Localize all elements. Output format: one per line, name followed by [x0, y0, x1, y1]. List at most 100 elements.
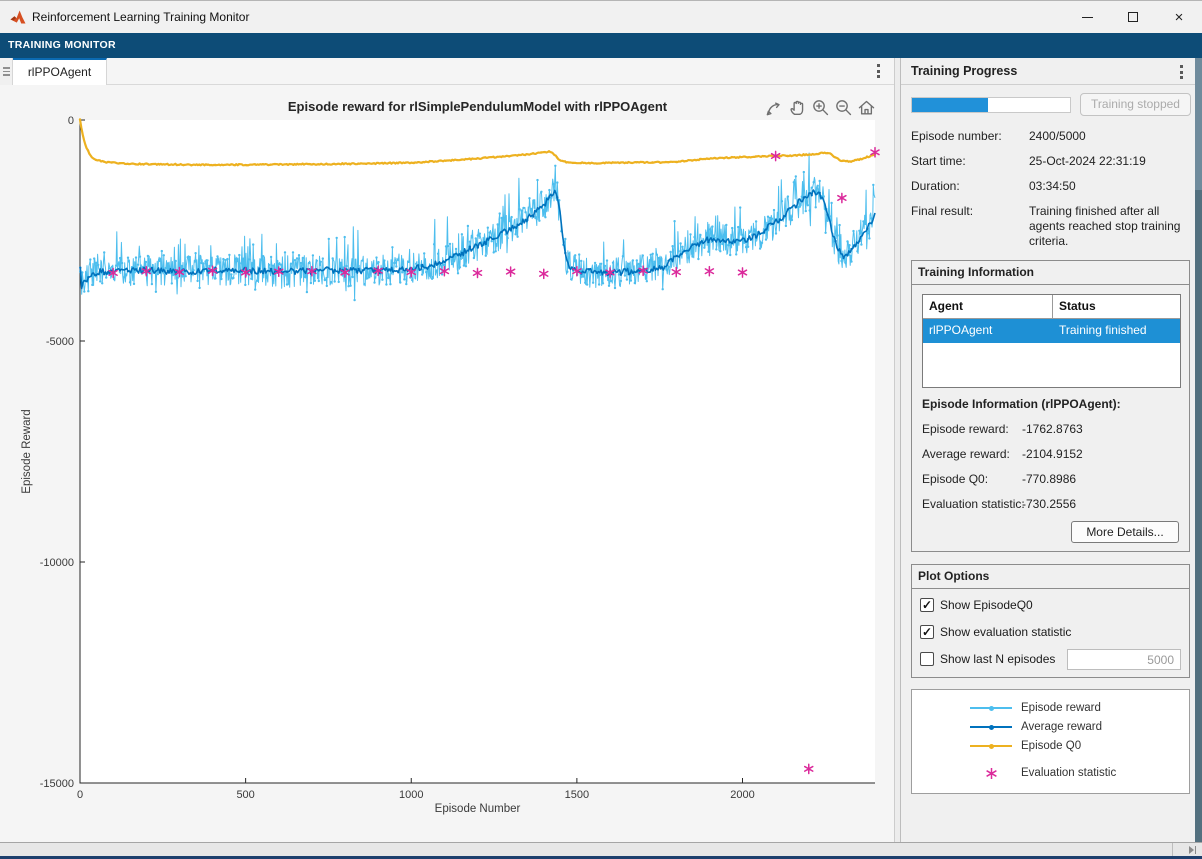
document-tab-bar: rlPPOAgent	[0, 58, 894, 85]
panel-title: Training Progress	[911, 58, 1017, 85]
ribbon-tab-training-monitor[interactable]: TRAINING MONITOR	[8, 33, 116, 58]
svg-text:500: 500	[236, 789, 254, 801]
legend-item-episode-reward: Episode reward	[970, 700, 1101, 716]
minimize-icon	[1082, 17, 1093, 18]
show-episodeq0-label: Show EpisodeQ0	[940, 598, 1033, 612]
show-last-n-episodes-checkbox[interactable]	[920, 652, 934, 666]
right-edge-scroll-strip[interactable]	[1195, 58, 1202, 842]
episode-q0-line-swatch	[970, 745, 1012, 747]
chart-legend: Episode reward Average reward Episode Q0…	[911, 689, 1190, 794]
tab-grip-handle[interactable]	[0, 58, 13, 85]
pane-splitter[interactable]	[894, 58, 901, 842]
svg-text:2000: 2000	[730, 789, 754, 801]
evaluation-statistic-asterisk-swatch	[970, 767, 1012, 780]
duration-value: 03:34:50	[1029, 179, 1076, 193]
svg-text:0: 0	[68, 115, 74, 127]
show-evaluation-statistic-option[interactable]: ✓ Show evaluation statistic	[920, 624, 1071, 640]
zoom-out-icon[interactable]	[833, 97, 853, 117]
app-window: Reinforcement Learning Training Monitor …	[0, 0, 1202, 859]
episode-q0-label: Episode Q0:	[922, 472, 988, 486]
legend-label: Episode reward	[1021, 702, 1101, 714]
home-restore-view-icon[interactable]	[856, 97, 876, 117]
episode-reward-value: -1762.8763	[1022, 422, 1083, 436]
progress-fill	[912, 98, 988, 112]
show-last-n-episodes-option[interactable]: Show last N episodes	[920, 651, 1055, 667]
episode-number-label: Episode number:	[911, 129, 1002, 143]
episode-reward-label: Episode reward:	[922, 422, 1009, 436]
final-result-label: Final result:	[911, 204, 973, 218]
legend-label: Average reward	[1021, 721, 1102, 733]
episode-number-value: 2400/5000	[1029, 129, 1086, 143]
tab-actions-menu-icon[interactable]	[868, 61, 888, 81]
zoom-in-icon[interactable]	[810, 97, 830, 117]
matlab-logo-icon	[10, 9, 26, 25]
table-header-row: Agent Status	[923, 295, 1180, 319]
legend-label: Episode Q0	[1021, 740, 1081, 752]
minimize-button[interactable]	[1064, 1, 1110, 33]
agent-column-header[interactable]: Agent	[923, 295, 1053, 318]
more-details-button[interactable]: More Details...	[1071, 521, 1179, 543]
maximize-icon	[1128, 12, 1138, 22]
show-last-n-episodes-label: Show last N episodes	[940, 652, 1055, 666]
close-button[interactable]: ×	[1156, 1, 1202, 33]
pan-icon[interactable]	[787, 97, 807, 117]
divider	[912, 284, 1189, 285]
divider	[1172, 843, 1173, 857]
panel-actions-menu-icon[interactable]	[1171, 62, 1191, 82]
evaluation-statistic-label: Evaluation statistic:	[922, 497, 1025, 511]
legend-item-average-reward: Average reward	[970, 719, 1102, 735]
maximize-button[interactable]	[1110, 1, 1156, 33]
axes-toolbar	[764, 97, 876, 117]
start-time-value: 25-Oct-2024 22:31:19	[1029, 154, 1146, 168]
average-reward-label: Average reward:	[922, 447, 1010, 461]
svg-text:-10000: -10000	[40, 557, 74, 569]
start-time-label: Start time:	[911, 154, 966, 168]
training-progress-panel: Training Progress Training stopped Episo…	[901, 58, 1195, 842]
table-row-rlppoagent[interactable]: rlPPOAgent Training finished	[923, 319, 1180, 343]
svg-text:Episode Reward: Episode Reward	[21, 409, 33, 493]
figure-area: 0 500 1000 1500 2000 0 -5000 -10000 -15000 Episod…	[0, 85, 894, 842]
training-progress-bar	[911, 97, 1071, 113]
agent-cell: rlPPOAgent	[923, 319, 1053, 343]
last-n-episodes-input[interactable]	[1067, 649, 1181, 670]
svg-text:-15000: -15000	[40, 778, 74, 790]
agent-status-table: Agent Status rlPPOAgent Training finishe…	[922, 294, 1181, 388]
training-stopped-button[interactable]: Training stopped	[1080, 93, 1191, 116]
plot-options-group: Plot Options ✓ Show EpisodeQ0 ✓ Show eva…	[911, 564, 1190, 678]
close-icon: ×	[1175, 10, 1184, 25]
evaluation-statistic-value: -730.2556	[1022, 497, 1076, 511]
expand-panel-icon[interactable]	[1189, 846, 1197, 854]
final-result-value: Training finished after all agents reach…	[1029, 204, 1194, 249]
average-reward-value: -2104.9152	[1022, 447, 1083, 461]
svg-text:Episode reward for rlSimplePen: Episode reward for rlSimplePendulumModel…	[288, 99, 668, 114]
svg-text:Episode Number: Episode Number	[435, 803, 521, 815]
duration-label: Duration:	[911, 179, 960, 193]
svg-text:-5000: -5000	[46, 336, 74, 348]
scroll-thumb[interactable]	[1195, 58, 1202, 190]
legend-item-episode-q0: Episode Q0	[970, 738, 1081, 754]
reward-chart[interactable]: 0 500 1000 1500 2000 0 -5000 -10000 -15000 Episod…	[0, 85, 894, 842]
training-information-title: Training Information	[918, 265, 1034, 279]
average-reward-line-swatch	[970, 726, 1012, 728]
title-bar: Reinforcement Learning Training Monitor …	[0, 1, 1202, 33]
status-bar	[0, 842, 1202, 856]
svg-text:0: 0	[77, 789, 83, 801]
status-column-header[interactable]: Status	[1053, 295, 1180, 318]
export-icon[interactable]	[764, 97, 784, 117]
tab-rlppoagent[interactable]: rlPPOAgent	[13, 58, 107, 85]
status-cell: Training finished	[1053, 319, 1180, 343]
legend-label: Evaluation statistic	[1021, 767, 1116, 779]
toolstrip-ribbon: TRAINING MONITOR	[0, 33, 1202, 58]
show-episodeq0-option[interactable]: ✓ Show EpisodeQ0	[920, 597, 1033, 613]
plot-options-title: Plot Options	[918, 569, 989, 583]
training-information-group: Training Information Agent Status rlPPOA…	[911, 260, 1190, 552]
legend-item-evaluation-statistic: Evaluation statistic	[970, 765, 1116, 781]
svg-text:1500: 1500	[565, 789, 589, 801]
show-episodeq0-checkbox[interactable]: ✓	[920, 598, 934, 612]
show-evaluation-statistic-checkbox[interactable]: ✓	[920, 625, 934, 639]
show-evaluation-statistic-label: Show evaluation statistic	[940, 625, 1071, 639]
panel-header: Training Progress	[901, 58, 1195, 85]
svg-text:1000: 1000	[399, 789, 423, 801]
episode-reward-line-swatch	[970, 707, 1012, 709]
episode-q0-value: -770.8986	[1022, 472, 1076, 486]
